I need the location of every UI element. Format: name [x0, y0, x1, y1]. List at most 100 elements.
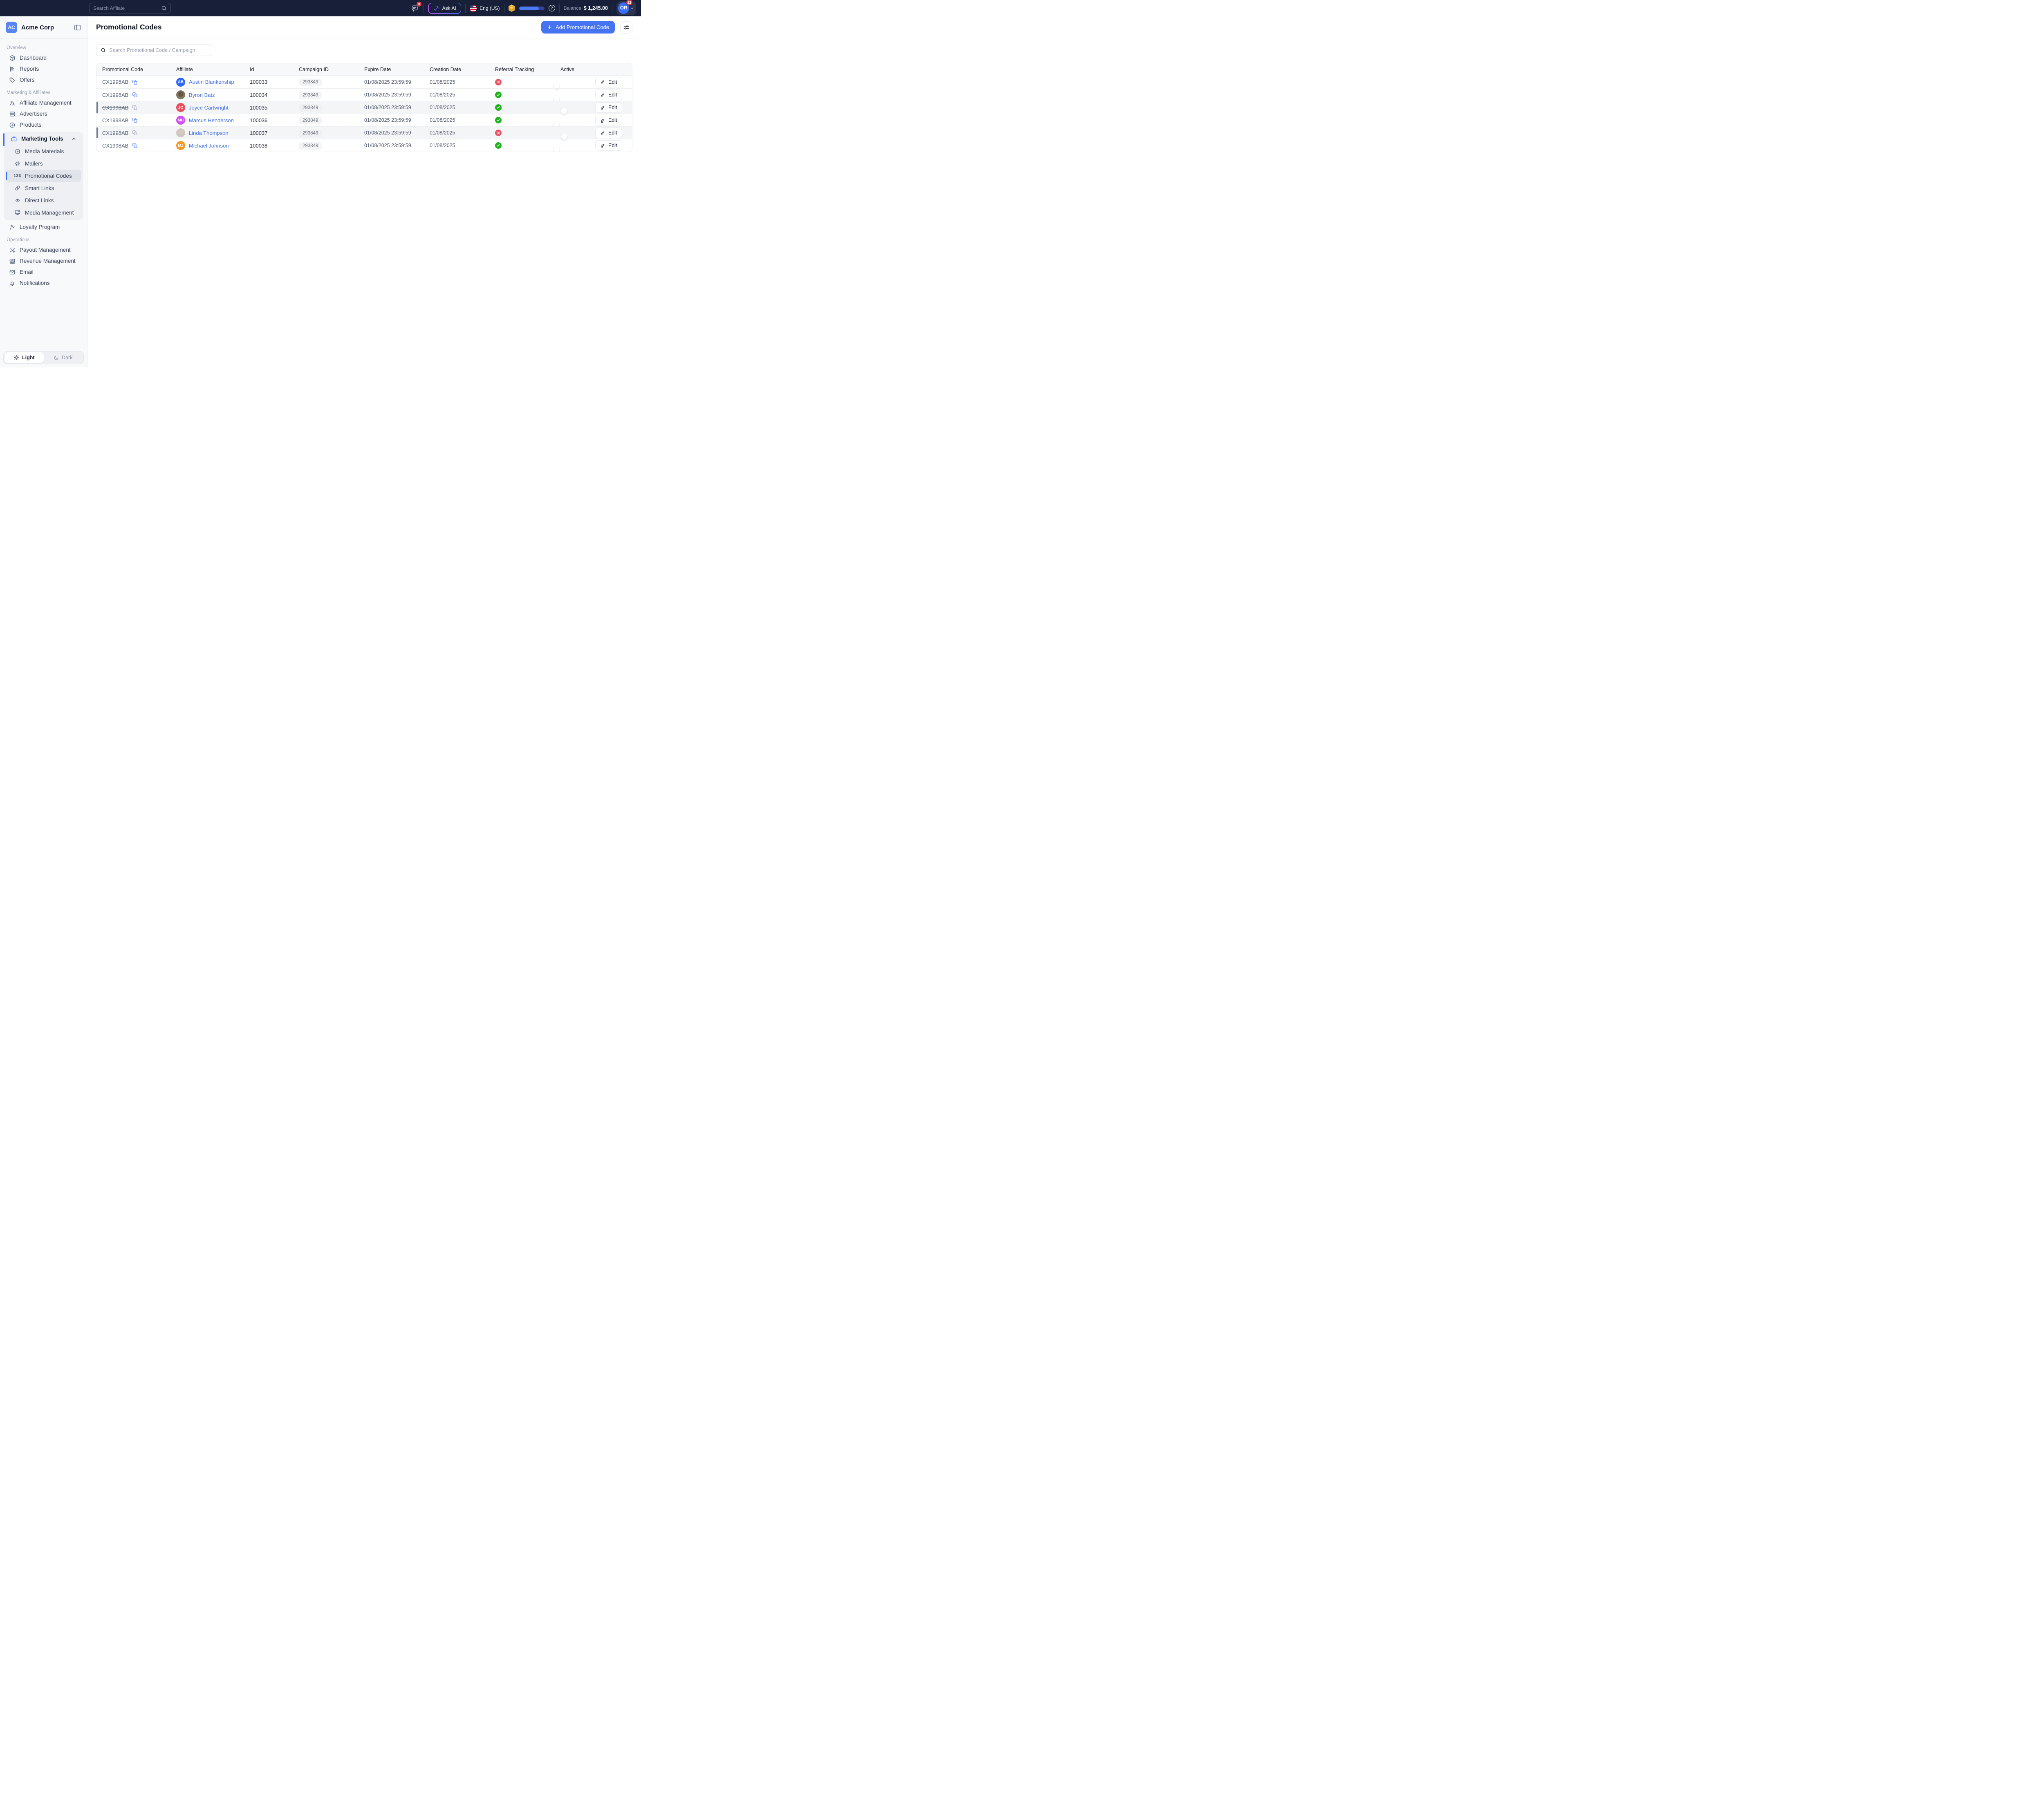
edit-button[interactable]: Edit — [595, 128, 622, 138]
expire-date-cell: 01/08/2025 23:59:59 — [364, 79, 430, 85]
sidebar-nav: OverviewDashboardReportsOffersMarketing … — [0, 39, 87, 348]
theme-dark-button[interactable]: Dark — [44, 352, 83, 363]
sidebar-item-email[interactable]: Email — [0, 266, 87, 278]
copy-icon[interactable] — [132, 79, 138, 85]
affiliate-search[interactable] — [89, 3, 171, 13]
messages-button[interactable]: 3 — [410, 3, 419, 13]
avatar — [176, 90, 185, 99]
affiliate-name-link[interactable]: Joyce Cartwright — [189, 105, 229, 111]
advertisers-icon — [9, 110, 16, 117]
offers-icon — [9, 76, 16, 83]
avatar: JC — [176, 103, 185, 112]
sidebar-item-advertisers[interactable]: Advertisers — [0, 108, 87, 119]
promo-code-cell: CX1998AB — [102, 92, 176, 98]
add-promotional-code-button[interactable]: Add Promotional Code — [541, 21, 615, 34]
copy-icon[interactable] — [132, 117, 138, 123]
sidebar-item-mailers[interactable]: Mailers — [6, 157, 81, 170]
campaign-id-cell: 293849 — [299, 78, 364, 86]
help-icon[interactable] — [549, 5, 555, 11]
column-header-expire-date: Expire Date — [364, 67, 430, 72]
briefcase-icon — [10, 135, 17, 142]
affiliate-name-link[interactable]: Austin Blankenship — [189, 79, 234, 85]
edit-button[interactable]: Edit — [595, 77, 622, 87]
affiliate-search-input[interactable] — [93, 5, 161, 11]
sidebar-item-offers[interactable]: Offers — [0, 74, 87, 85]
campaign-id-badge: 293849 — [299, 130, 322, 137]
sliders-icon — [623, 24, 630, 31]
campaign-id-cell: 293849 — [299, 91, 364, 99]
campaign-id-cell: 293849 — [299, 116, 364, 124]
promo-code-cell: CX1998AB — [102, 143, 176, 149]
campaign-id-badge: 293849 — [299, 142, 322, 150]
expire-date-cell: 01/08/2025 23:59:59 — [364, 117, 430, 123]
sidebar-item-media-materials[interactable]: Media Materials — [6, 145, 81, 157]
sidebar-item-marketing-tools[interactable]: Marketing Tools — [6, 132, 81, 145]
us-flag-icon — [470, 5, 477, 12]
id-cell: 100033 — [250, 79, 299, 85]
copy-icon[interactable] — [132, 92, 138, 98]
edit-button[interactable]: Edit — [595, 140, 622, 151]
edit-button[interactable]: Edit — [595, 90, 622, 100]
column-header-affiliate: Affiliate — [176, 67, 250, 72]
table-row: CX1998ABABAustin Blankenship100033293849… — [96, 76, 632, 88]
sidebar-item-reports[interactable]: Reports — [0, 63, 87, 74]
sidebar-section-label: Marketing & Affiliates — [7, 90, 81, 95]
sidebar-item-notifications[interactable]: Notifications — [0, 278, 87, 289]
actions-cell: Edit — [595, 90, 622, 100]
id-cell: 100036 — [250, 117, 299, 123]
pencil-icon — [600, 143, 605, 148]
pencil-icon — [600, 130, 605, 136]
ask-ai-button[interactable]: Ask AI — [428, 3, 461, 14]
sidebar-item-revenue-management[interactable]: Revenue Management — [0, 255, 87, 266]
affiliate-name-link[interactable]: Byron Batz — [189, 92, 215, 98]
sidebar-item-loyalty-program[interactable]: Loyalty Program — [0, 222, 87, 233]
level-progress-fill — [519, 7, 539, 10]
collapse-sidebar-icon[interactable] — [74, 24, 81, 31]
promo-search-input[interactable] — [109, 47, 208, 53]
theme-light-button[interactable]: Light — [4, 352, 44, 363]
level-progress-bar — [519, 7, 545, 10]
affiliate-cell: Linda Thompson — [176, 128, 250, 137]
sidebar-item-promotional-codes[interactable]: 123Promotional Codes — [6, 170, 81, 182]
copy-icon[interactable] — [132, 105, 138, 110]
referral-tracking-cell — [495, 92, 560, 98]
pencil-icon — [600, 79, 605, 85]
sidebar-item-dashboard[interactable]: Dashboard — [0, 52, 87, 63]
edit-button[interactable]: Edit — [595, 102, 622, 113]
promo-search[interactable] — [96, 44, 212, 56]
balance: Balance $ 1,245.00 — [564, 5, 608, 11]
pencil-icon — [600, 105, 605, 110]
language-selector[interactable]: Eng (US) — [470, 5, 500, 12]
products-icon — [9, 121, 16, 128]
ask-ai-label: Ask AI — [442, 5, 456, 11]
coin-icon — [509, 4, 515, 12]
affiliate-name-link[interactable]: Linda Thompson — [189, 130, 229, 136]
avatar: MH — [176, 116, 185, 125]
expire-date-cell: 01/08/2025 23:59:59 — [364, 130, 430, 136]
column-header-campaign-id: Campaign ID — [299, 67, 364, 72]
actions-cell: Edit — [595, 140, 622, 151]
loyalty-icon — [9, 224, 16, 231]
sidebar-item-media-management[interactable]: Media Management — [6, 206, 81, 219]
column-header-creation-date: Creation Date — [430, 67, 495, 72]
user-menu[interactable]: OR 12 — [616, 1, 636, 15]
affiliate-name-link[interactable]: Michael Johnson — [189, 143, 229, 149]
filter-button[interactable] — [620, 21, 632, 34]
copy-icon[interactable] — [132, 143, 138, 148]
edit-button[interactable]: Edit — [595, 115, 622, 125]
affiliate-cell: MH Marcus Henderson — [176, 116, 250, 125]
copy-icon[interactable] — [132, 130, 138, 136]
actions-cell: Edit — [595, 77, 622, 87]
sidebar-item-direct-links[interactable]: Direct Links — [6, 194, 81, 206]
sidebar-item-products[interactable]: Products — [0, 119, 87, 130]
sidebar-item-affiliate-management[interactable]: Affiliate Management — [0, 97, 87, 108]
moon-icon — [54, 355, 59, 360]
id-cell: 100038 — [250, 143, 299, 149]
affiliate-cell: ABAustin Blankenship — [176, 78, 250, 87]
numbers-123-icon: 123 — [14, 172, 21, 179]
affiliate-cell: MJMichael Johnson — [176, 141, 250, 150]
affiliate-name-link[interactable]: Marcus Henderson — [189, 117, 234, 123]
sidebar-item-payout-management[interactable]: Payout Management — [0, 244, 87, 255]
actions-cell: Edit — [595, 102, 622, 113]
sidebar-item-smart-links[interactable]: Smart Links — [6, 182, 81, 194]
